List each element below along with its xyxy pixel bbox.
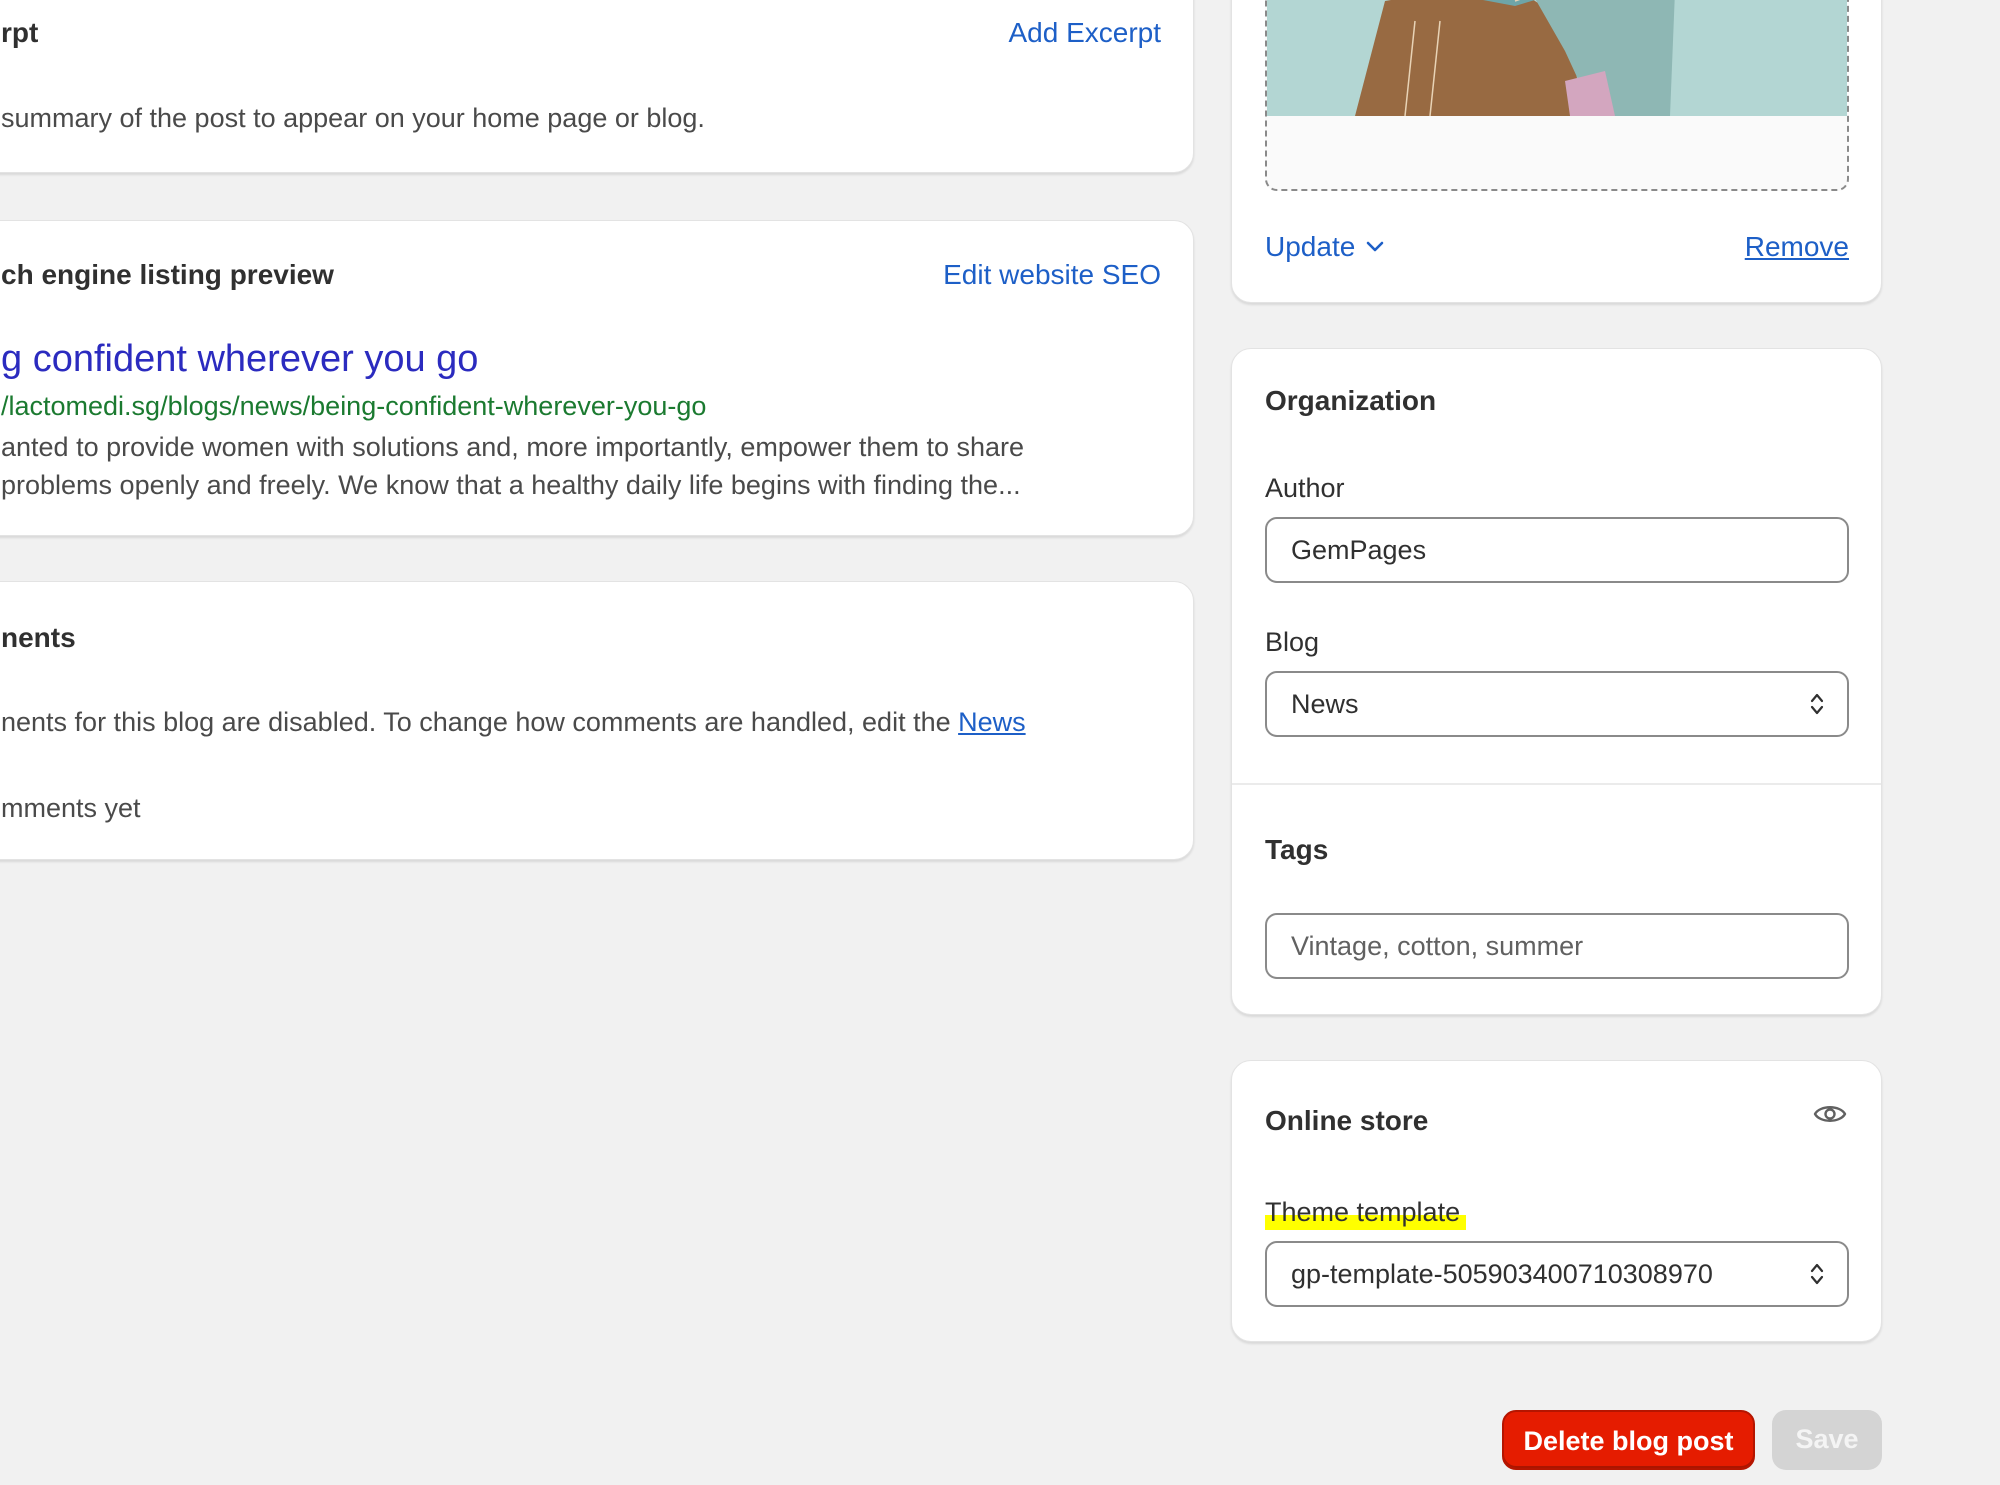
add-excerpt-link[interactable]: Add Excerpt bbox=[1008, 17, 1161, 49]
theme-template-label-text: Theme template bbox=[1265, 1197, 1461, 1227]
featured-image-thumbnail bbox=[1267, 0, 1847, 116]
comments-disabled-message: nents for this blog are disabled. To cha… bbox=[1, 707, 959, 737]
theme-template-label: Theme template bbox=[1265, 1197, 1467, 1230]
news-blog-link[interactable]: News bbox=[958, 707, 1026, 737]
seo-preview-url: /lactomedi.sg/blogs/news/being-confident… bbox=[1, 391, 707, 421]
excerpt-description: summary of the post to appear on your ho… bbox=[1, 103, 705, 133]
online-store-title: Online store bbox=[1265, 1105, 1429, 1136]
excerpt-title: rpt bbox=[1, 17, 39, 48]
eye-icon[interactable] bbox=[1813, 1101, 1847, 1127]
update-label: Update bbox=[1265, 231, 1356, 262]
image-dropzone[interactable] bbox=[1265, 0, 1849, 191]
online-store-card: Online store Theme template gp-template-… bbox=[1231, 1060, 1882, 1342]
update-image-dropdown[interactable]: Update bbox=[1265, 231, 1385, 263]
seo-card: ch engine listing preview Edit website S… bbox=[0, 220, 1194, 536]
chevron-down-icon bbox=[1366, 241, 1384, 252]
edit-website-seo-link[interactable]: Edit website SEO bbox=[943, 259, 1161, 291]
author-label: Author bbox=[1265, 473, 1345, 503]
tags-input[interactable] bbox=[1265, 913, 1849, 979]
seo-title: ch engine listing preview bbox=[1, 259, 334, 290]
organization-title: Organization bbox=[1265, 385, 1437, 416]
comments-disabled-text: nents for this blog are disabled. To cha… bbox=[1, 707, 1026, 738]
blog-select-value: News bbox=[1291, 689, 1359, 719]
theme-template-value: gp-template-505903400710308970 bbox=[1291, 1259, 1713, 1289]
featured-image-card: Update Remove bbox=[1231, 0, 1882, 303]
organization-divider bbox=[1232, 783, 1881, 785]
comments-card: nents nents for this blog are disabled. … bbox=[0, 581, 1194, 860]
seo-preview-description-line2: problems openly and freely. We know that… bbox=[1, 470, 1021, 500]
remove-image-link[interactable]: Remove bbox=[1745, 231, 1849, 263]
seo-preview-description-line1: anted to provide women with solutions an… bbox=[1, 432, 1025, 462]
blog-select[interactable]: News bbox=[1265, 671, 1849, 737]
select-updown-icon bbox=[1810, 1263, 1824, 1285]
select-updown-icon bbox=[1810, 693, 1824, 715]
author-value: GemPages bbox=[1291, 535, 1427, 565]
delete-blog-post-button[interactable]: Delete blog post bbox=[1502, 1410, 1755, 1470]
excerpt-card: rpt Add Excerpt summary of the post to a… bbox=[0, 0, 1194, 173]
no-comments-text: mments yet bbox=[1, 793, 141, 823]
seo-preview-title: g confident wherever you go bbox=[1, 338, 479, 380]
save-button[interactable]: Save bbox=[1772, 1410, 1882, 1470]
organization-card: Organization Author GemPages Blog News T… bbox=[1231, 348, 1882, 1015]
author-field[interactable]: GemPages bbox=[1265, 517, 1849, 583]
blog-label: Blog bbox=[1265, 627, 1320, 657]
theme-template-select[interactable]: gp-template-505903400710308970 bbox=[1265, 1241, 1849, 1307]
tags-title: Tags bbox=[1265, 834, 1329, 865]
comments-title: nents bbox=[1, 622, 76, 653]
